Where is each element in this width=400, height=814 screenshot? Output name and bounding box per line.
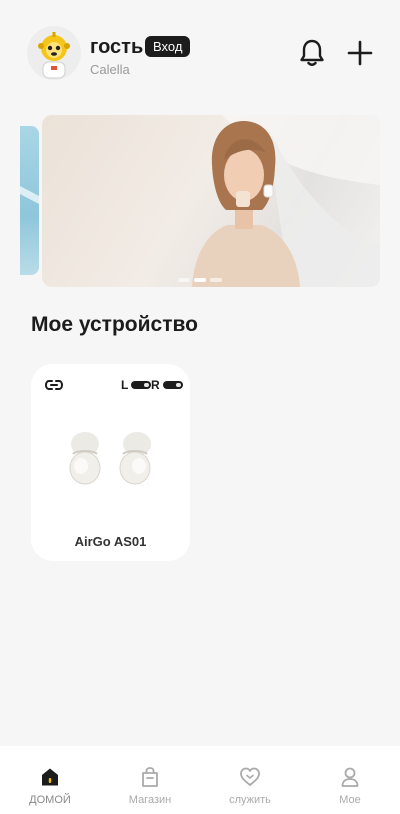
nav-profile-label: Мое bbox=[339, 794, 361, 806]
nav-service[interactable]: служить bbox=[200, 746, 300, 814]
battery-right-label: R bbox=[151, 378, 160, 392]
nav-home-label: ДОМОЙ bbox=[29, 794, 71, 806]
battery-right-icon bbox=[162, 381, 183, 389]
avatar[interactable] bbox=[27, 26, 81, 80]
profile-icon bbox=[341, 767, 359, 787]
nav-shop-label: Магазин bbox=[128, 794, 172, 806]
device-name: AirGo AS01 bbox=[74, 534, 147, 549]
nav-profile[interactable]: Мое bbox=[300, 746, 400, 814]
pagination-dot[interactable] bbox=[210, 278, 222, 282]
link-icon[interactable] bbox=[44, 378, 64, 390]
header: гость Вход Calella bbox=[0, 0, 400, 100]
my-device-title: Мое устройство bbox=[31, 313, 198, 336]
promo-banner[interactable] bbox=[42, 115, 380, 287]
user-name: гость bbox=[90, 36, 144, 58]
add-device-icon[interactable] bbox=[345, 38, 375, 68]
earbuds-image bbox=[61, 424, 161, 494]
nav-home[interactable]: ДОМОЙ bbox=[0, 746, 100, 814]
battery-right: R bbox=[151, 378, 183, 392]
heart-icon bbox=[240, 767, 260, 786]
battery-left: L bbox=[121, 378, 152, 392]
battery-left-icon bbox=[131, 381, 152, 389]
bell-icon[interactable] bbox=[298, 38, 326, 68]
shopping-bag-icon bbox=[142, 767, 158, 787]
pagination-dot[interactable] bbox=[178, 278, 190, 282]
battery-left-label: L bbox=[121, 378, 129, 392]
nav-shop[interactable]: Магазин bbox=[100, 746, 200, 814]
home-icon bbox=[42, 768, 58, 786]
pagination-dot[interactable] bbox=[194, 278, 206, 282]
banner-pagination bbox=[178, 278, 222, 282]
banner-previous-slide[interactable] bbox=[20, 126, 39, 275]
login-button[interactable]: Вход bbox=[145, 36, 191, 57]
device-card[interactable]: L R AirGo AS01 bbox=[31, 364, 190, 561]
bottom-navigation: ДОМОЙ Магазин служить Мое bbox=[0, 746, 400, 814]
nav-service-label: служить bbox=[229, 794, 271, 806]
brand-name: Calella bbox=[90, 62, 130, 77]
banner-image bbox=[192, 115, 380, 287]
